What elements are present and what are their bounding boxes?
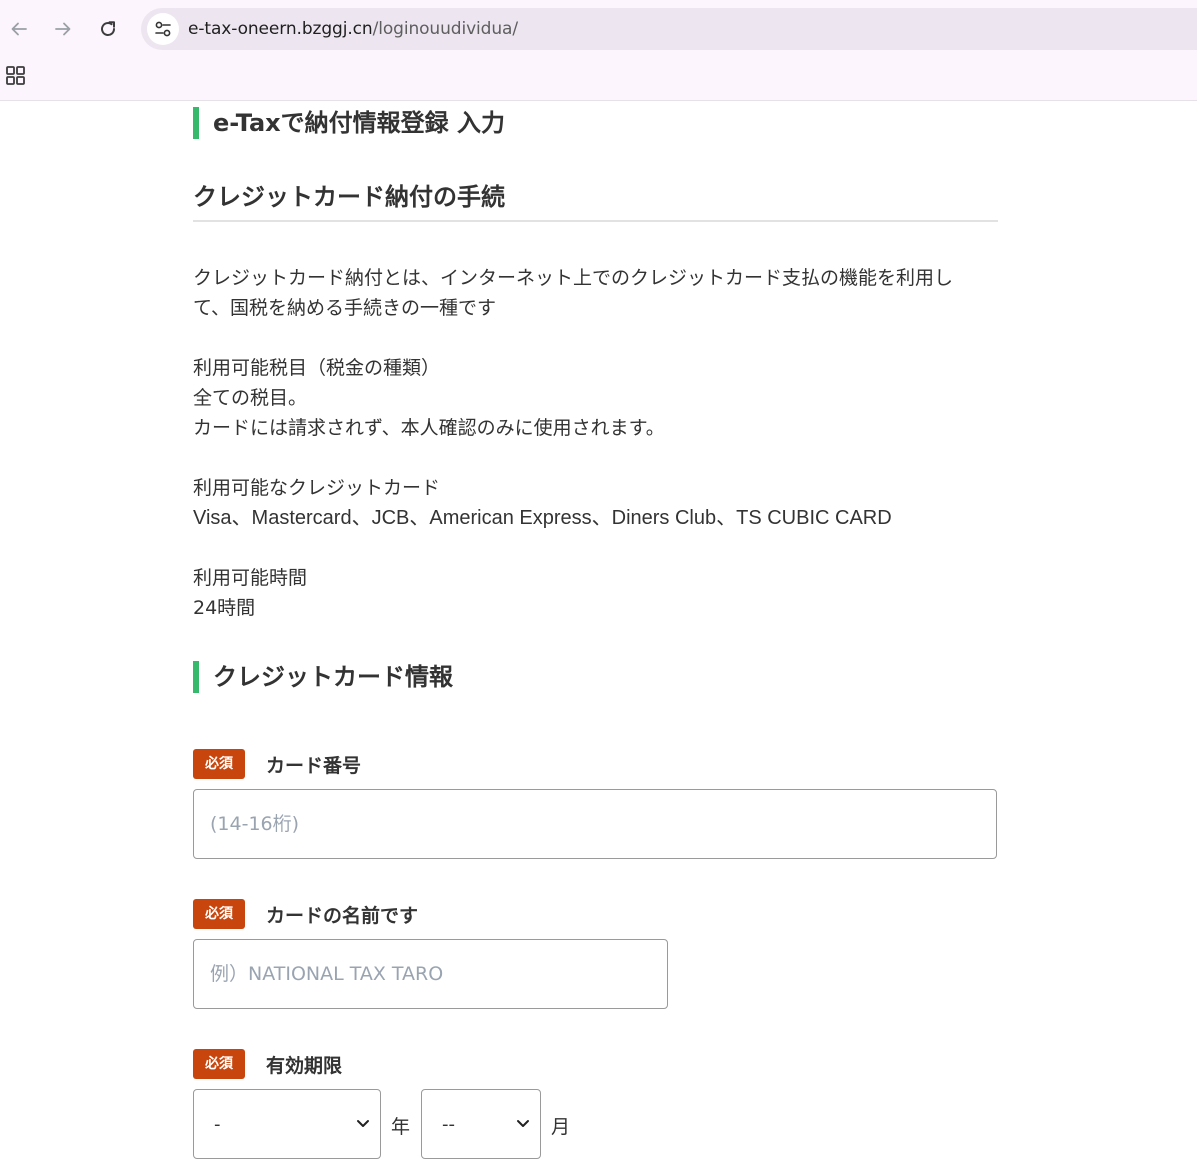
back-button[interactable] (2, 12, 36, 46)
title-divider (193, 220, 998, 222)
expiry-month-value: -- (442, 1114, 455, 1135)
reload-button[interactable] (91, 12, 125, 46)
tax-items-block: 利用可能税目（税金の種類） 全ての税目。 カードには請求されず、本人確認のみに使… (193, 353, 998, 443)
expiry-label-row: 必須 有効期限 (193, 1049, 342, 1079)
required-badge: 必須 (193, 1049, 245, 1079)
required-badge: 必須 (193, 749, 245, 779)
chevron-down-icon (357, 1120, 369, 1127)
url-text[interactable]: e-tax-oneern.bzggj.cn/loginouudividua/ (188, 19, 518, 39)
cards-heading: 利用可能なクレジットカード (193, 477, 441, 499)
expiry-label: 有効期限 (266, 1054, 343, 1077)
hours-value: 24時間 (193, 597, 256, 619)
cards-block: 利用可能なクレジットカード Visa、Mastercard、JCB、Americ… (193, 473, 998, 533)
address-bar[interactable]: e-tax-oneern.bzggj.cn/loginouudividua/ (141, 8, 1197, 50)
expiry-month-select[interactable]: -- (421, 1089, 541, 1159)
cards-value: Visa、Mastercard、JCB、American Express、Din… (193, 507, 892, 529)
reload-icon (101, 21, 115, 36)
expiry-year-value: - (214, 1114, 221, 1135)
url-path: /loginouudividua/ (372, 19, 519, 39)
procedure-title: クレジットカード納付の手続 (193, 183, 505, 211)
tax-items-value: 全ての税目。 (193, 387, 308, 409)
card-name-input[interactable] (193, 939, 668, 1009)
site-info-button[interactable] (147, 13, 179, 45)
back-arrow-icon (11, 22, 27, 36)
intro-line-2: て、国税を納める手続きの一種です (193, 297, 497, 319)
expiry-year-select[interactable]: - (193, 1089, 381, 1159)
hours-heading: 利用可能時間 (193, 567, 308, 589)
site-settings-icon (155, 21, 171, 37)
card-number-label: カード番号 (266, 754, 362, 777)
card-number-label-row: 必須 カード番号 (193, 749, 361, 779)
tax-items-note: カードには請求されず、本人確認のみに使用されます。 (193, 417, 665, 439)
intro-paragraph: クレジットカード納付とは、インターネット上でのクレジットカード支払の機能を利用し… (193, 263, 998, 323)
expiry-month-unit: 月 (551, 1116, 571, 1138)
browser-toolbar: e-tax-oneern.bzggj.cn/loginouudividua/ (0, 0, 1197, 101)
card-number-input[interactable] (193, 789, 997, 859)
expiry-year-unit: 年 (391, 1116, 411, 1138)
card-name-label-row: 必須 カードの名前です (193, 899, 418, 929)
section-title-etax-input: e-Taxで納付情報登録 入力 (193, 107, 505, 139)
section-title-card-info: クレジットカード情報 (193, 661, 453, 693)
apps-grid-icon[interactable] (6, 66, 25, 85)
forward-arrow-icon (55, 22, 71, 36)
url-host: e-tax-oneern.bzggj.cn (188, 19, 373, 39)
intro-line-1: クレジットカード納付とは、インターネット上でのクレジットカード支払の機能を利用し (193, 267, 954, 289)
chevron-down-icon (517, 1120, 529, 1127)
card-name-label: カードの名前です (266, 904, 419, 927)
required-badge: 必須 (193, 899, 245, 929)
forward-button[interactable] (46, 12, 80, 46)
tax-items-heading: 利用可能税目（税金の種類） (193, 357, 441, 379)
hours-block: 利用可能時間 24時間 (193, 563, 998, 623)
